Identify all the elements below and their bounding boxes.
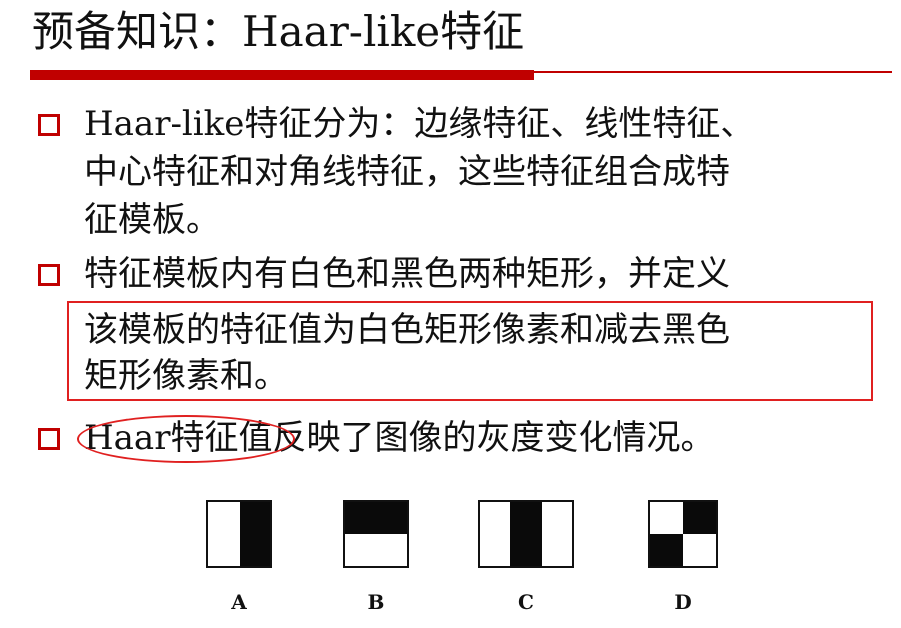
feature-label-a: A: [231, 590, 247, 614]
black-rect: [240, 502, 270, 566]
feature-label-b: B: [367, 590, 385, 614]
bullet-1-line-3: 征模板。: [84, 200, 220, 240]
bullet-2-line-1: 特征模板内有白色和黑色两种矩形，并定义: [84, 254, 730, 294]
bullet-1-line-1: Haar-like特征分为：边缘特征、线性特征、: [84, 104, 755, 144]
highlight-box: [67, 301, 873, 401]
black-rect: [510, 502, 542, 566]
feature-label-c: C: [518, 590, 534, 614]
feature-c-line-vertical: [478, 500, 574, 568]
feature-label-d: D: [674, 590, 692, 614]
feature-a-edge-vertical: [206, 500, 272, 568]
black-rect: [683, 502, 716, 534]
black-rect: [650, 534, 683, 566]
black-rect: [345, 502, 407, 534]
feature-d-diagonal: [648, 500, 718, 568]
square-bullet-icon: [38, 114, 60, 136]
square-bullet-icon: [38, 428, 60, 450]
feature-b-edge-horizontal: [343, 500, 409, 568]
title-underline-thin: [534, 71, 892, 73]
bullet-1-line-2: 中心特征和对角线特征，这些特征组合成特: [84, 152, 730, 192]
highlight-ellipse: [77, 415, 295, 463]
square-bullet-icon: [38, 264, 60, 286]
slide-title: 预备知识：Haar-like特征: [32, 7, 525, 56]
title-underline-thick: [30, 70, 534, 80]
